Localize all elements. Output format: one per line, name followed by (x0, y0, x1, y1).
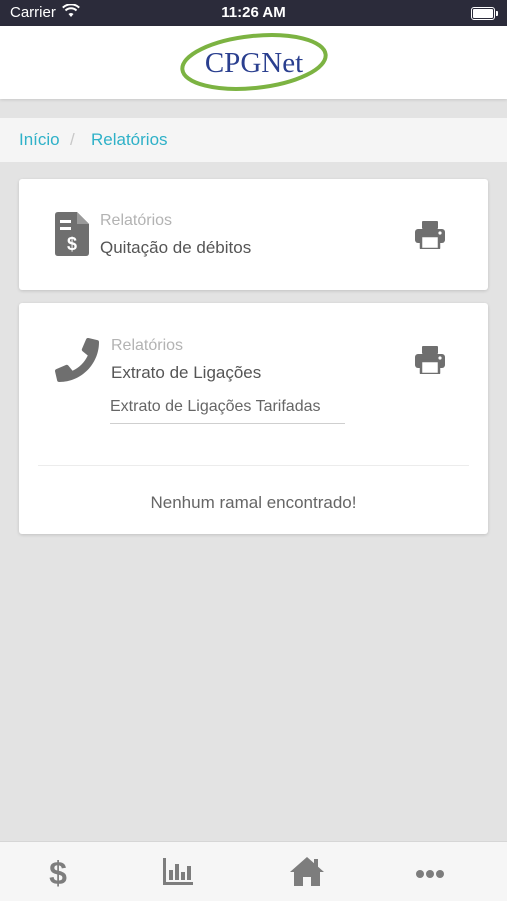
breadcrumb: Início / Relatórios (0, 118, 507, 162)
bar-chart-icon[interactable] (158, 852, 198, 892)
svg-text:CPGNet: CPGNet (205, 47, 303, 79)
svg-text:$: $ (67, 234, 77, 254)
phone-icon (55, 338, 99, 387)
dollar-icon[interactable]: $ (38, 852, 78, 892)
home-icon[interactable] (287, 852, 327, 892)
status-bar: Carrier 11:26 AM (0, 0, 507, 26)
print-icon[interactable] (415, 221, 445, 254)
card-title: Extrato de Ligações (111, 363, 262, 382)
empty-extensions-message: Nenhum ramal encontrado! (150, 493, 357, 512)
card-category: Relatórios (100, 212, 173, 229)
clock: 11:26 AM (221, 4, 286, 21)
print-icon[interactable] (415, 346, 445, 379)
report-card-extrato[interactable]: Relatórios Extrato de Ligações Extrato d… (19, 303, 488, 534)
breadcrumb-separator: / (70, 130, 75, 149)
card-title: Quitação de débitos (100, 238, 252, 257)
breadcrumb-current[interactable]: Relatórios (91, 130, 168, 150)
invoice-dollar-icon: $ (55, 212, 89, 261)
battery-icon (471, 7, 498, 20)
more-icon[interactable] (410, 852, 450, 892)
app-header: CPGNet (0, 26, 507, 99)
report-type-select[interactable]: Extrato de Ligações Tarifadas (110, 390, 345, 424)
svg-text:$: $ (49, 855, 67, 891)
app-logo: CPGNet (178, 30, 330, 94)
bottom-tab-bar: $ (0, 841, 507, 901)
report-card-quitacao[interactable]: $ Relatórios Quitação de débitos (19, 179, 488, 290)
breadcrumb-home-link[interactable]: Início (19, 130, 60, 150)
card-category: Relatórios (111, 337, 184, 354)
card-divider (38, 465, 469, 466)
